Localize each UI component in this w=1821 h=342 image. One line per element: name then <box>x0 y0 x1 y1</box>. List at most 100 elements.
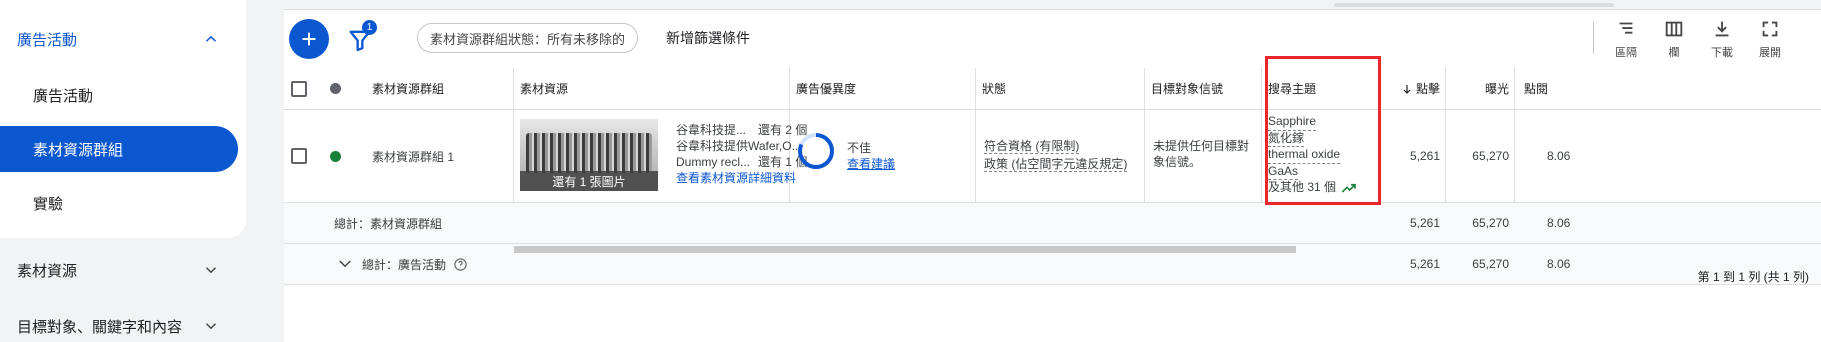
trending-up-icon <box>1341 183 1356 193</box>
horizontal-scrollbar[interactable] <box>514 246 1296 253</box>
asset-group-name[interactable]: 素材資源群組 1 <box>372 110 512 202</box>
main-panel: 1 素材資源群組狀態：所有未移除的 新增篩選條件 區隔 欄 下載 展開 素材資源… <box>284 0 1821 342</box>
asset-image-thumbnail[interactable]: 還有 1 張圖片 <box>520 119 658 191</box>
column-header-clicks[interactable]: 點擊 <box>1384 68 1440 109</box>
row-checkbox[interactable] <box>291 148 307 164</box>
ctr-value: 8.06 <box>1547 149 1571 163</box>
table-toolbar: 1 素材資源群組狀態：所有未移除的 新增篩選條件 區隔 欄 下載 展開 <box>284 10 1821 68</box>
plus-icon <box>302 32 316 46</box>
status-info: 符合資格 (有限制) 政策 (佔空間字元違反規定) <box>984 137 1128 173</box>
sidebar-section-assets[interactable]: 素材資源 <box>0 250 246 290</box>
view-asset-details-link[interactable]: 查看素材資源詳細資料 <box>676 170 806 186</box>
row-select-cell <box>284 110 314 202</box>
segment-icon <box>1619 22 1633 34</box>
search-themes-list: Sapphire 氮化鎵 thermal oxide GaAs 及其他 31 個 <box>1268 114 1357 196</box>
total-clicks: 5,261 <box>1409 257 1440 271</box>
column-header-asset-group[interactable]: 素材資源群組 <box>372 68 512 109</box>
column-header-status[interactable]: 狀態 <box>982 68 1142 109</box>
pagination-info: 第 1 到 1 列 (共 1 列) <box>1697 270 1809 284</box>
search-theme[interactable]: GaAs <box>1268 164 1299 180</box>
column-header-assets[interactable]: 素材資源 <box>520 68 780 109</box>
total-row-asset-groups: 總計：素材資源群組 5,261 65,270 8.06 <box>284 203 1821 244</box>
assets-cell: 還有 1 張圖片 谷韋科技提... 谷韋科技提供Wafer,O... Dummy… <box>513 110 807 202</box>
tool-label: 欄 <box>1668 47 1680 59</box>
column-header-search-themes[interactable]: 搜尋主題 <box>1268 68 1376 109</box>
total-campaigns-label-cell: 總計：廣告活動 <box>362 244 522 284</box>
total-clicks: 5,261 <box>1409 216 1440 230</box>
chevron-down-icon <box>205 323 217 330</box>
row-status-cell <box>320 110 350 202</box>
ad-strength-ring-icon <box>798 133 834 169</box>
sort-descending-icon <box>1403 84 1411 94</box>
eligibility-status[interactable]: 符合資格 (有限制) <box>984 139 1080 154</box>
sidebar-item-campaigns[interactable]: 廣告活動 <box>0 72 238 118</box>
filter-chip-asset-group-status[interactable]: 素材資源群組狀態：所有未移除的 <box>417 23 639 53</box>
add-button[interactable] <box>289 19 329 59</box>
columns-icon <box>1665 21 1683 37</box>
header-status-cell <box>320 68 350 109</box>
ad-strength-value: 不佳 <box>847 141 872 155</box>
total-ctr: 8.06 <box>1547 257 1571 271</box>
toolbar-divider <box>1593 22 1594 54</box>
expand-icon <box>1762 21 1778 37</box>
sidebar-section-label: 目標對象、關鍵字和內容 <box>17 318 183 336</box>
search-theme[interactable]: thermal oxide <box>1268 147 1341 164</box>
more-themes-label: 及其他 31 個 <box>1268 180 1337 194</box>
search-theme[interactable]: Sapphire <box>1268 114 1317 131</box>
sidebar-item-experiments[interactable]: 實驗 <box>0 180 238 226</box>
column-header-label: 點擊 <box>1415 82 1440 96</box>
top-strip <box>284 0 1821 10</box>
ad-strength-info: 不佳 查看建議 <box>847 140 895 172</box>
tool-label: 下載 <box>1711 47 1733 59</box>
audience-signal-cell: 未提供任何目標對象信號。 <box>1144 110 1261 202</box>
total-label: 總計：廣告活動 <box>362 257 447 272</box>
table-row: 素材資源群組 1 還有 1 張圖片 谷韋科技提... 谷韋科技提供Wafer,O… <box>284 110 1821 203</box>
total-impressions: 65,270 <box>1472 216 1509 230</box>
download-button[interactable]: 下載 <box>1698 18 1746 64</box>
column-header-ctr[interactable]: 點閱 <box>1524 68 1564 109</box>
add-filter-button[interactable]: 新增篩選條件 <box>666 23 750 53</box>
total-impressions: 65,270 <box>1472 257 1509 271</box>
header-select-cell <box>284 68 314 109</box>
enabled-status-icon[interactable] <box>329 150 341 162</box>
sidebar-section-label: 廣告活動 <box>17 31 78 49</box>
sidebar-section-label: 素材資源 <box>17 262 78 280</box>
total-ctr: 8.06 <box>1547 216 1571 230</box>
more-themes[interactable]: 及其他 31 個 <box>1268 180 1357 196</box>
more-images-caption: 還有 1 張圖片 <box>520 171 658 191</box>
columns-button[interactable]: 欄 <box>1650 18 1698 64</box>
status-cell: 符合資格 (有限制) 政策 (佔空間字元違反規定) <box>975 110 1144 202</box>
sidebar-section-audiences-keywords[interactable]: 目標對象、關鍵字和內容 <box>0 306 246 342</box>
expand-button[interactable]: 展開 <box>1746 18 1794 64</box>
sidebar-item-asset-groups[interactable]: 素材資源群組 <box>0 126 238 172</box>
chevron-up-icon <box>205 35 217 42</box>
search-themes-cell: Sapphire 氮化鎵 thermal oxide GaAs 及其他 31 個 <box>1261 110 1378 202</box>
select-all-checkbox[interactable] <box>291 80 307 97</box>
download-icon <box>1715 21 1729 37</box>
clicks-value: 5,261 <box>1409 149 1440 163</box>
help-icon[interactable] <box>453 257 468 272</box>
audience-signal-text: 未提供任何目標對象信號。 <box>1153 139 1250 169</box>
impressions-value: 65,270 <box>1472 149 1509 163</box>
view-suggestions-link[interactable]: 查看建議 <box>847 156 895 172</box>
chevron-down-icon <box>205 267 217 274</box>
status-dot-icon <box>329 83 341 94</box>
tool-label: 區隔 <box>1615 47 1637 59</box>
tool-label: 展開 <box>1759 47 1781 59</box>
total-label: 總計：素材資源群組 <box>334 216 443 231</box>
column-header-ad-strength[interactable]: 廣告優異度 <box>796 68 966 109</box>
column-header-impressions[interactable]: 曝光 <box>1451 68 1509 109</box>
column-header-audience-signal[interactable]: 目標對象信號 <box>1151 68 1259 109</box>
table-header-row: 素材資源群組 素材資源 廣告優異度 狀態 目標對象信號 搜尋主題 點擊 曝光 點… <box>284 68 1821 110</box>
ad-strength-cell: 不佳 查看建議 <box>789 110 975 202</box>
wafer-image <box>526 133 652 173</box>
sidebar-section-campaigns[interactable]: 廣告活動 <box>0 22 246 56</box>
chevron-down-icon <box>339 260 351 268</box>
policy-status[interactable]: 政策 (佔空間字元違反規定) <box>984 157 1128 172</box>
search-theme[interactable]: 氮化鎵 <box>1268 131 1305 147</box>
campaign-nav-card: 廣告活動 廣告活動 素材資源群組 實驗 <box>0 0 246 238</box>
top-scroll-indicator[interactable] <box>1334 3 1614 7</box>
filter-count-badge: 1 <box>362 20 377 35</box>
sidebar: 廣告活動 廣告活動 素材資源群組 實驗 素材資源 目標對象、關鍵字和內容 <box>0 0 280 342</box>
segment-button[interactable]: 區隔 <box>1602 18 1650 64</box>
